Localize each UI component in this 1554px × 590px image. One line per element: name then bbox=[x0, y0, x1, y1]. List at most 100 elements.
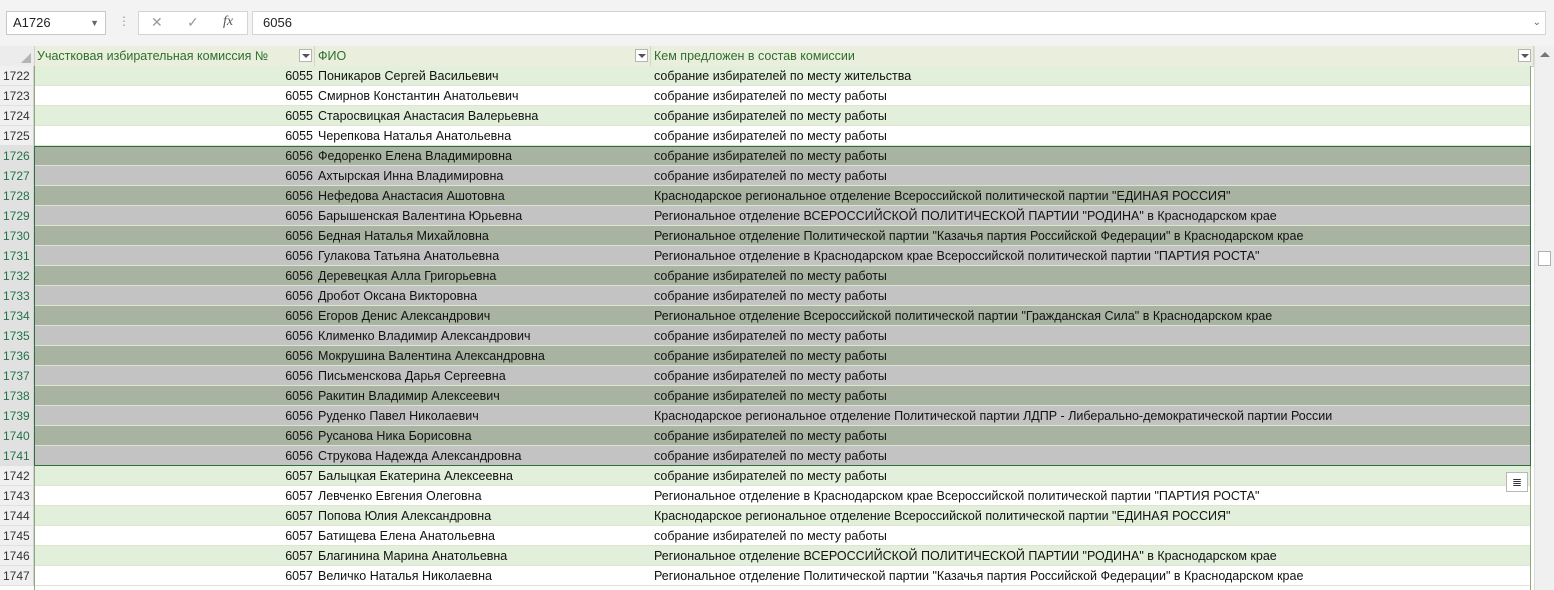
row-number[interactable]: 1727 bbox=[0, 166, 34, 186]
table-row[interactable]: 1735 6056 Клименко Владимир Александрович с… bbox=[0, 326, 1534, 346]
cell-commission[interactable]: 6057 bbox=[34, 506, 315, 526]
cell-commission[interactable]: 6056 bbox=[34, 446, 315, 466]
row-number[interactable]: 1730 bbox=[0, 226, 34, 246]
select-all-corner[interactable] bbox=[0, 46, 35, 66]
header-cell-name[interactable]: ФИО bbox=[315, 46, 651, 66]
cell-name[interactable]: Гулакова Татьяна Анатольевна bbox=[315, 246, 651, 266]
cell-proposed-by[interactable]: собрание избирателей по месту жительства bbox=[651, 66, 1531, 86]
table-row[interactable]: 1742 6057 Балыцкая Екатерина Алексеевна соб… bbox=[0, 466, 1534, 486]
row-number[interactable]: 1722 bbox=[0, 66, 34, 86]
table-row[interactable]: 1728 6056 Нефедова Анастасия Ашотовна Красн… bbox=[0, 186, 1534, 206]
row-number[interactable]: 1744 bbox=[0, 506, 34, 526]
scroll-up-icon[interactable] bbox=[1540, 52, 1550, 57]
cell-proposed-by[interactable]: Региональное отделение в Краснодарском к… bbox=[651, 246, 1531, 266]
row-number[interactable]: 1737 bbox=[0, 366, 34, 386]
cell-name[interactable]: Левченко Евгения Олеговна bbox=[315, 486, 651, 506]
cell-name[interactable]: Величко Наталья Николаевна bbox=[315, 566, 651, 586]
cell-name[interactable]: Деревецкая Алла Григорьевна bbox=[315, 266, 651, 286]
row-number[interactable]: 1733 bbox=[0, 286, 34, 306]
row-number[interactable]: 1728 bbox=[0, 186, 34, 206]
cell-proposed-by[interactable]: собрание избирателей по месту работы bbox=[651, 146, 1531, 166]
cell-proposed-by[interactable]: Региональное отделение ВСЕРОССИЙСКОЙ ПОЛ… bbox=[651, 206, 1531, 226]
scrollbar-thumb[interactable] bbox=[1538, 251, 1551, 266]
row-number[interactable]: 1742 bbox=[0, 466, 34, 486]
cell-name[interactable]: Струкова Надежда Александровна bbox=[315, 446, 651, 466]
cell-commission[interactable]: 6057 bbox=[34, 546, 315, 566]
cell-commission[interactable]: 6055 bbox=[34, 66, 315, 86]
row-number[interactable]: 1736 bbox=[0, 346, 34, 366]
table-row[interactable]: 1736 6056 Мокрушина Валентина Александровн… bbox=[0, 346, 1534, 366]
cell-commission[interactable]: 6056 bbox=[34, 366, 315, 386]
cell-commission[interactable]: 6056 bbox=[34, 286, 315, 306]
table-row[interactable]: 1732 6056 Деревецкая Алла Григорьевна собра… bbox=[0, 266, 1534, 286]
table-row[interactable]: 1724 6055 Старосвицкая Анастасия Валерьевн… bbox=[0, 106, 1534, 126]
table-row[interactable]: 1741 6056 Струкова Надежда Александровна со… bbox=[0, 446, 1534, 466]
filter-dropdown-icon[interactable] bbox=[635, 49, 648, 62]
table-row[interactable]: 1729 6056 Барышенская Валентина Юрьевна Рег… bbox=[0, 206, 1534, 226]
cell-commission[interactable]: 6055 bbox=[34, 126, 315, 146]
cell-commission[interactable]: 6056 bbox=[34, 386, 315, 406]
drag-handle-icon[interactable]: ⋮ bbox=[118, 14, 130, 28]
row-number[interactable]: 1732 bbox=[0, 266, 34, 286]
row-number[interactable]: 1746 bbox=[0, 546, 34, 566]
cell-name[interactable]: Благинина Марина Анатольевна bbox=[315, 546, 651, 566]
row-number[interactable]: 1731 bbox=[0, 246, 34, 266]
cancel-icon[interactable]: ✕ bbox=[151, 14, 163, 31]
cell-proposed-by[interactable]: Региональное отделение Политической парт… bbox=[651, 226, 1531, 246]
table-row[interactable]: 1744 6057 Попова Юлия Александровна Краснод… bbox=[0, 506, 1534, 526]
row-number[interactable]: 1739 bbox=[0, 406, 34, 426]
row-number[interactable]: 1741 bbox=[0, 446, 34, 466]
cell-name[interactable]: Поникаров Сергей Васильевич bbox=[315, 66, 651, 86]
cell-commission[interactable]: 6056 bbox=[34, 206, 315, 226]
cell-commission[interactable]: 6056 bbox=[34, 146, 315, 166]
cell-proposed-by[interactable]: собрание избирателей по месту работы bbox=[651, 286, 1531, 306]
cell-proposed-by[interactable]: Региональное отделение в Краснодарском к… bbox=[651, 486, 1531, 506]
cell-proposed-by[interactable]: собрание избирателей по месту работы bbox=[651, 426, 1531, 446]
cell-name[interactable]: Старосвицкая Анастасия Валерьевна bbox=[315, 106, 651, 126]
cell-proposed-by[interactable]: Региональное отделение Политической парт… bbox=[651, 566, 1531, 586]
cell-name[interactable]: Смирнов Константин Анатольевич bbox=[315, 86, 651, 106]
cell-name[interactable]: Руденко Павел Николаевич bbox=[315, 406, 651, 426]
row-number[interactable]: 1729 bbox=[0, 206, 34, 226]
cell-name[interactable]: Попова Юлия Александровна bbox=[315, 506, 651, 526]
row-number[interactable]: 1735 bbox=[0, 326, 34, 346]
table-row[interactable]: 1734 6056 Егоров Денис Александрович Регион… bbox=[0, 306, 1534, 326]
table-row[interactable]: 1738 6056 Ракитин Владимир Алексеевич собра… bbox=[0, 386, 1534, 406]
table-row[interactable]: 1731 6056 Гулакова Татьяна Анатольевна Реги… bbox=[0, 246, 1534, 266]
cell-name[interactable]: Мокрушина Валентина Александровна bbox=[315, 346, 651, 366]
insert-function-icon[interactable]: fx bbox=[223, 14, 233, 30]
cell-proposed-by[interactable]: Региональное отделение ВСЕРОССИЙСКОЙ ПОЛ… bbox=[651, 546, 1531, 566]
table-row[interactable]: 1740 6056 Русанова Ника Борисовна собрание … bbox=[0, 426, 1534, 446]
row-number[interactable]: 1747 bbox=[0, 566, 34, 586]
row-number[interactable]: 1734 bbox=[0, 306, 34, 326]
expand-formula-bar-icon[interactable]: ⌄ bbox=[1533, 12, 1541, 34]
table-row[interactable]: 1743 6057 Левченко Евгения Олеговна Региона… bbox=[0, 486, 1534, 506]
cell-proposed-by[interactable]: собрание избирателей по месту работы bbox=[651, 126, 1531, 146]
row-number[interactable]: 1723 bbox=[0, 86, 34, 106]
cell-proposed-by[interactable]: собрание избирателей по месту работы bbox=[651, 386, 1531, 406]
cell-name[interactable]: Батищева Елена Анатольевна bbox=[315, 526, 651, 546]
row-number[interactable]: 1738 bbox=[0, 386, 34, 406]
cell-commission[interactable]: 6056 bbox=[34, 406, 315, 426]
cell-name[interactable]: Ракитин Владимир Алексеевич bbox=[315, 386, 651, 406]
row-number[interactable]: 1725 bbox=[0, 126, 34, 146]
quick-analysis-icon[interactable]: ≣ bbox=[1506, 472, 1528, 492]
cell-commission[interactable]: 6057 bbox=[34, 486, 315, 506]
cell-proposed-by[interactable]: собрание избирателей по месту работы bbox=[651, 106, 1531, 126]
cell-proposed-by[interactable]: собрание избирателей по месту работы bbox=[651, 86, 1531, 106]
table-row[interactable]: 1726 6056 Федоренко Елена Владимировна собр… bbox=[0, 146, 1534, 166]
cell-name[interactable]: Клименко Владимир Александрович bbox=[315, 326, 651, 346]
cell-proposed-by[interactable]: собрание избирателей по месту работы bbox=[651, 166, 1531, 186]
cell-commission[interactable]: 6056 bbox=[34, 246, 315, 266]
vertical-scrollbar[interactable] bbox=[1534, 46, 1554, 590]
cell-name[interactable]: Федоренко Елена Владимировна bbox=[315, 146, 651, 166]
worksheet-grid[interactable]: Участковая избирательная комиссия № ФИО … bbox=[0, 46, 1554, 590]
cell-proposed-by[interactable]: собрание избирателей по месту работы bbox=[651, 266, 1531, 286]
row-number[interactable]: 1745 bbox=[0, 526, 34, 546]
cell-name[interactable]: Ахтырская Инна Владимировна bbox=[315, 166, 651, 186]
table-row[interactable]: 1730 6056 Бедная Наталья Михайловна Региона… bbox=[0, 226, 1534, 246]
cell-commission[interactable]: 6056 bbox=[34, 266, 315, 286]
cell-name[interactable]: Дробот Оксана Викторовна bbox=[315, 286, 651, 306]
filter-dropdown-icon[interactable] bbox=[299, 49, 312, 62]
cell-proposed-by[interactable]: собрание избирателей по месту работы bbox=[651, 366, 1531, 386]
